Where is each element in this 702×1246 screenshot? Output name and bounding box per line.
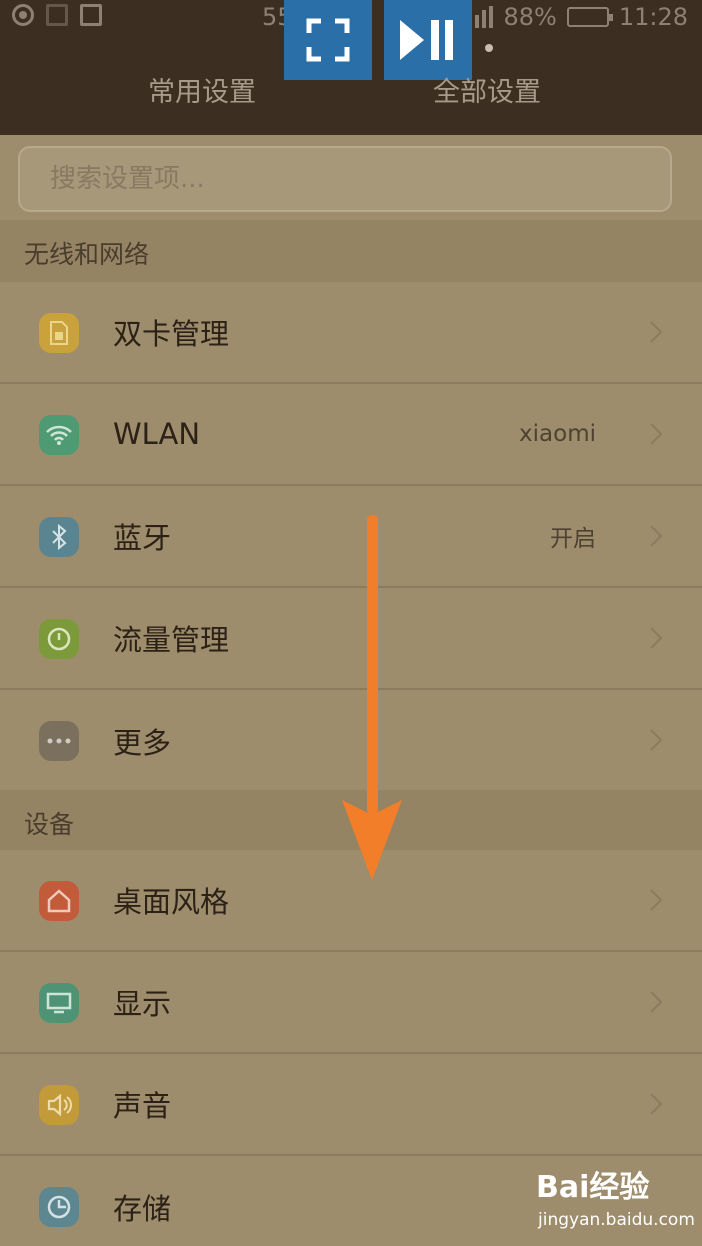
section-header-wireless: 无线和网络	[0, 220, 702, 286]
row-label: 流量管理	[113, 623, 230, 657]
search-input[interactable]	[50, 164, 670, 194]
play-pause-button[interactable]	[384, 0, 472, 80]
row-label: 存储	[113, 1192, 172, 1226]
chevron-right-icon	[650, 321, 663, 343]
sim-status-icon	[46, 4, 68, 26]
signal-icon	[468, 6, 494, 28]
battery-percent: 88%	[503, 3, 557, 31]
scroll-down-arrow-icon	[342, 515, 402, 880]
status-left-icons	[12, 4, 102, 26]
display-icon	[39, 983, 79, 1023]
chevron-right-icon	[650, 991, 663, 1013]
row-label: 双卡管理	[113, 317, 230, 351]
chevron-right-icon	[650, 1093, 663, 1115]
data-usage-icon	[39, 619, 79, 659]
active-tab-indicator	[485, 44, 493, 52]
storage-icon	[39, 1187, 79, 1227]
sim-icon	[39, 313, 79, 353]
row-sound[interactable]: 声音	[0, 1054, 702, 1156]
row-label: 更多	[113, 726, 172, 760]
chevron-right-icon	[650, 627, 663, 649]
row-dual-sim[interactable]: 双卡管理	[0, 282, 702, 384]
notification-icon	[12, 4, 34, 26]
search-bar[interactable]	[18, 146, 672, 212]
watermark-url: jingyan.baidu.com	[538, 1210, 695, 1230]
chevron-right-icon	[650, 889, 663, 911]
wifi-icon	[39, 415, 79, 455]
row-label: 显示	[113, 987, 172, 1021]
header: 55 88% 11:28 常用设置 全部设置	[0, 0, 702, 135]
home-icon	[39, 881, 79, 921]
row-label: WLAN	[113, 417, 201, 451]
chevron-right-icon	[650, 423, 663, 445]
baidu-jingyan-watermark: Bai经验 jingyan.baidu.com	[536, 1162, 695, 1232]
chevron-right-icon	[650, 729, 663, 751]
sound-icon	[39, 1085, 79, 1125]
more-icon	[39, 721, 79, 761]
row-value: xiaomi	[519, 421, 596, 447]
image-notification-icon	[80, 4, 102, 26]
row-label: 桌面风格	[113, 885, 230, 919]
tab-common-settings[interactable]: 常用设置	[148, 70, 256, 109]
fullscreen-icon	[306, 18, 350, 62]
watermark-brand: Bai经验	[536, 1170, 650, 1205]
battery-icon	[566, 7, 613, 27]
status-right: 88% 11:28	[468, 3, 688, 31]
tab-all-settings[interactable]: 全部设置	[433, 70, 541, 109]
row-wlan[interactable]: WLAN xiaomi	[0, 384, 702, 486]
clock: 11:28	[618, 3, 688, 31]
play-pause-icon	[400, 20, 453, 60]
row-label: 声音	[113, 1089, 172, 1123]
fullscreen-button[interactable]	[284, 0, 372, 80]
bluetooth-icon	[39, 517, 79, 557]
top-tabs: 常用设置 全部设置	[0, 70, 702, 130]
row-value: 开启	[550, 526, 596, 552]
row-display[interactable]: 显示	[0, 952, 702, 1054]
chevron-right-icon	[650, 525, 663, 547]
row-label: 蓝牙	[113, 521, 172, 555]
